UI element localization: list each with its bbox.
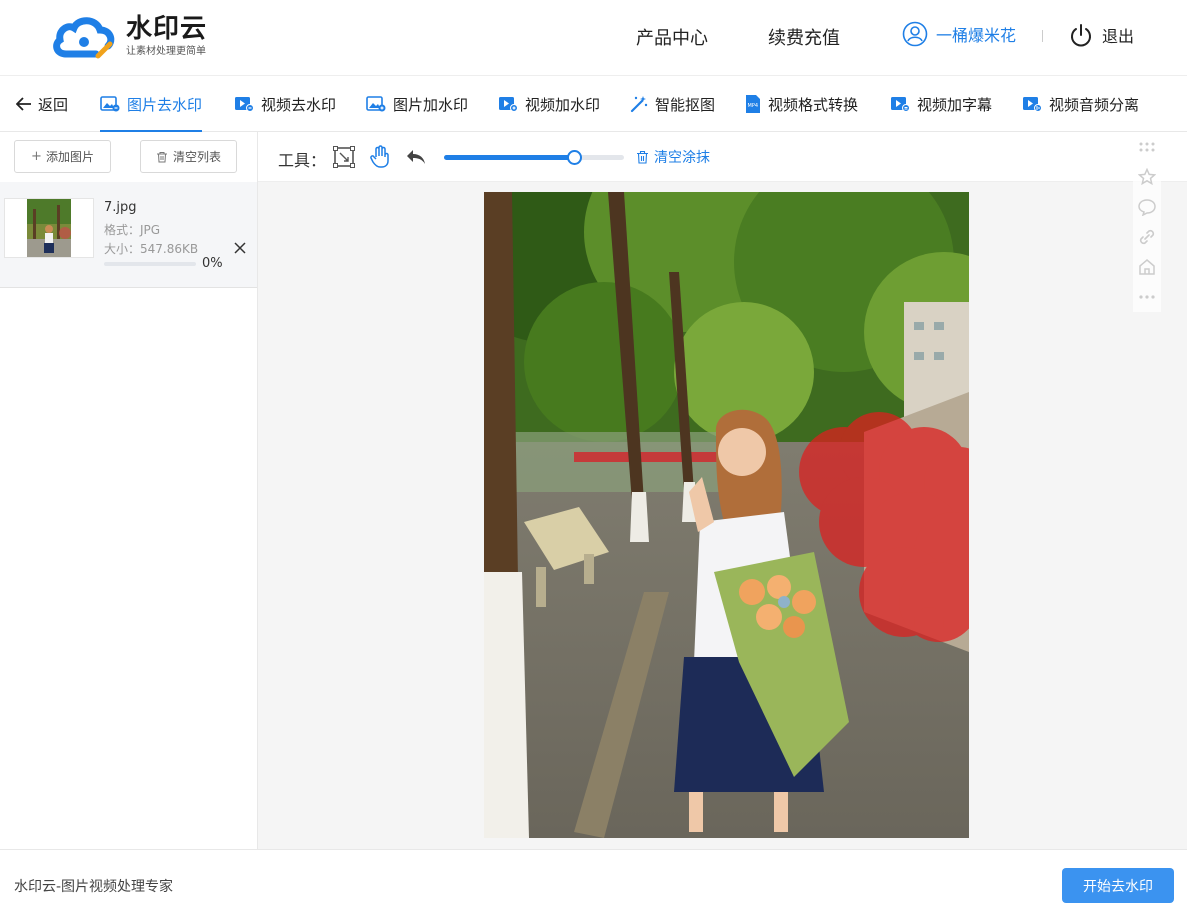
back-label: 返回 [38, 95, 69, 114]
back-button[interactable]: 返回 [16, 76, 68, 132]
tab-image-add-watermark[interactable]: 图片加水印 [366, 76, 468, 132]
tab-label: 智能抠图 [655, 95, 716, 114]
grid-icon[interactable] [1138, 132, 1156, 162]
clear-list-button[interactable]: 清空列表 [140, 140, 237, 173]
start-remove-watermark-button[interactable]: 开始去水印 [1062, 868, 1174, 903]
trash-icon [637, 150, 648, 164]
tab-video-subtitle[interactable]: 视频加字幕 [890, 76, 992, 132]
edit-toolbar: 工具： 清空涂抹 [258, 132, 1187, 182]
footer-brand: 水印云-图片视频处理专家 [14, 879, 174, 895]
divider [1042, 30, 1043, 42]
tool-tabs: 返回 图片去水印 视频去水印 图片加水印 视频加水印 智能抠图 MP4 视频格式… [0, 76, 1187, 132]
user-menu[interactable]: 一桶爆米花 [902, 21, 1016, 47]
logout-label: 退出 [1102, 27, 1135, 46]
nav-products[interactable]: 产品中心 [636, 22, 708, 52]
thumbnail-image [27, 199, 71, 257]
clear-list-label: 清空列表 [172, 150, 221, 164]
chat-icon[interactable] [1138, 192, 1156, 222]
brush-size-slider[interactable] [444, 150, 624, 165]
mp4-file-icon: MP4 [746, 95, 760, 113]
select-rect-tool[interactable] [332, 145, 356, 169]
tab-label: 视频加水印 [525, 95, 601, 114]
trash-icon [156, 151, 167, 162]
hand-tool[interactable] [368, 145, 392, 169]
user-icon [902, 21, 928, 47]
logo-slogan: 让素材处理更简单 [126, 46, 206, 57]
logo-name: 水印云 [126, 14, 208, 44]
hand-icon [370, 145, 389, 168]
nav-recharge[interactable]: 续费充值 [768, 22, 840, 52]
tab-video-format-convert[interactable]: MP4 视频格式转换 [745, 76, 858, 132]
list-item[interactable]: 7.jpg 格式：JPG 大小：547.86KB 0% [0, 182, 257, 288]
image-add-icon [366, 96, 386, 112]
star-icon[interactable] [1138, 162, 1156, 192]
svg-text:MP4: MP4 [748, 103, 759, 109]
file-thumbnail [4, 198, 94, 258]
tab-video-add-watermark[interactable]: 视频加水印 [498, 76, 600, 132]
close-icon[interactable] [233, 241, 247, 255]
floating-sidebar [1133, 132, 1161, 312]
video-add-icon [499, 97, 518, 112]
username: 一桶爆米花 [936, 26, 1017, 45]
tools-label: 工具： [278, 151, 327, 170]
undo-icon [407, 150, 425, 164]
home-icon[interactable] [1138, 252, 1156, 282]
add-image-button[interactable]: + 添加图片 [14, 140, 111, 173]
cloud-logo-icon [53, 17, 115, 59]
progress-percent: 0% [202, 256, 223, 271]
file-name: 7.jpg [104, 200, 137, 215]
file-list-panel: + 添加图片 清空列表 7.jpg 格式：JPG 大小：547.86KB 0% [0, 132, 258, 849]
tab-label: 视频加字幕 [917, 95, 993, 114]
top-header: 水印云 让素材处理更简单 产品中心 续费充值 一桶爆米花 退出 [0, 0, 1187, 76]
tab-label: 视频去水印 [261, 95, 337, 114]
file-size: 大小：547.86KB [104, 242, 199, 256]
arrow-left-icon [16, 97, 31, 111]
image-canvas[interactable] [258, 182, 1187, 849]
clear-paint-label: 清空涂抹 [654, 150, 710, 166]
bottom-bar: 水印云-图片视频处理专家 开始去水印 [0, 849, 1187, 909]
select-rect-icon [333, 146, 355, 168]
undo-tool[interactable] [404, 145, 428, 169]
link-icon[interactable] [1138, 222, 1156, 252]
power-icon [1071, 24, 1091, 47]
clear-paint-button[interactable]: 清空涂抹 [636, 147, 710, 167]
tab-image-remove-watermark[interactable]: 图片去水印 [100, 76, 203, 132]
slider-fill [444, 155, 574, 160]
progress-bar [104, 262, 196, 266]
tab-video-audio-separate[interactable]: 视频音频分离 [1022, 76, 1139, 132]
logo[interactable]: 水印云 让素材处理更简单 [52, 12, 207, 62]
video-audio-icon [1023, 97, 1042, 112]
logout-button[interactable]: 退出 [1070, 23, 1134, 47]
tab-label: 视频格式转换 [768, 95, 859, 114]
tab-smart-cutout[interactable]: 智能抠图 [630, 76, 715, 132]
video-remove-icon [235, 97, 254, 112]
file-format: 格式：JPG [104, 223, 161, 237]
magic-wand-icon [630, 96, 648, 113]
plus-icon: + [31, 149, 42, 164]
tab-label: 视频音频分离 [1049, 95, 1140, 114]
more-icon[interactable] [1138, 282, 1156, 312]
tab-label: 图片加水印 [393, 95, 469, 114]
slider-handle[interactable] [566, 150, 582, 165]
tab-label: 图片去水印 [127, 95, 203, 114]
photo-preview[interactable] [484, 192, 969, 838]
video-subtitle-icon [891, 97, 910, 112]
tab-video-remove-watermark[interactable]: 视频去水印 [234, 76, 336, 132]
image-remove-icon [100, 96, 120, 112]
add-image-label: 添加图片 [45, 150, 94, 164]
